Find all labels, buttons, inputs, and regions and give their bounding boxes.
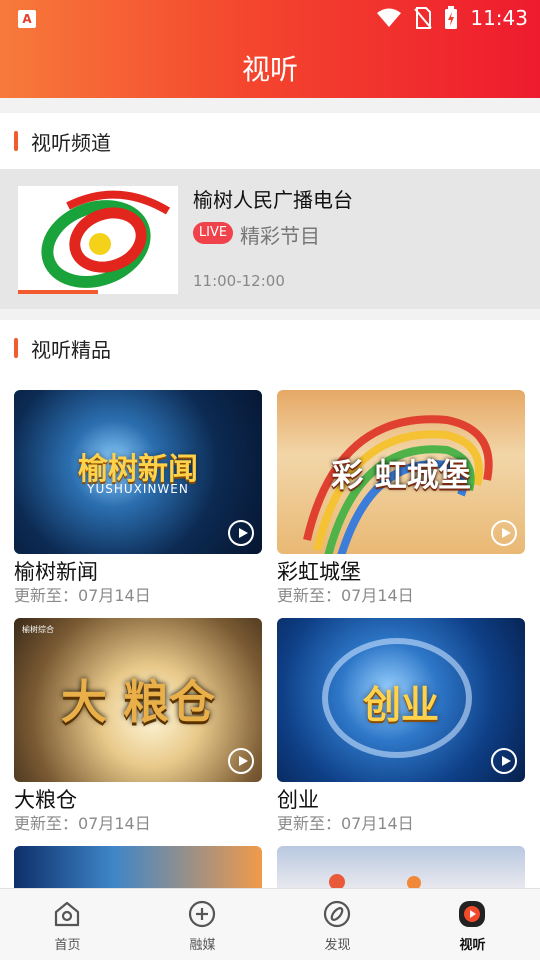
tab-label: 发现 — [324, 938, 351, 953]
video-card-big-granary[interactable]: 榆树综合 大 粮仓 大粮仓 更新至：07月14日 — [14, 618, 262, 834]
discover-icon — [323, 900, 351, 928]
status-bar: A 11:43 — [0, 0, 540, 36]
channel-watermark: 榆树综合 — [22, 625, 54, 634]
home-icon — [54, 901, 80, 927]
tab-label: 视听 — [459, 938, 486, 953]
bottom-tab-bar: 首页 融媒 发现 视听 — [0, 888, 540, 960]
video-thumbnail-partial[interactable] — [14, 846, 262, 888]
video-updated: 更新至：07月14日 — [14, 586, 151, 605]
channels-section-header: 视听频道 — [0, 113, 540, 169]
live-badge: LIVE — [193, 222, 233, 244]
video-updated: 更新至：07月14日 — [277, 586, 414, 605]
play-icon[interactable] — [491, 520, 517, 546]
tab-home[interactable]: 首页 — [0, 889, 135, 960]
section-marker — [14, 338, 18, 358]
video-title: 大粮仓 — [14, 788, 77, 812]
featured-section-title: 视听精品 — [31, 338, 111, 362]
channel-program: 精彩节目 — [240, 224, 320, 248]
plus-icon — [188, 900, 216, 928]
play-icon[interactable] — [491, 748, 517, 774]
header: A 11:43 视听 — [0, 0, 540, 98]
tab-discover[interactable]: 发现 — [270, 889, 405, 960]
tab-media[interactable]: 融媒 — [135, 889, 270, 960]
thumbnail-subtitle: YUSHUXINWEN — [87, 482, 189, 496]
app-screen: A 11:43 视听 视听频道 榆树人民广播电台 LIVE 精彩节目 11:00… — [0, 0, 540, 960]
video-updated: 更新至：07月14日 — [277, 814, 414, 833]
thumbnail-caption: 彩 虹城堡 — [331, 456, 471, 494]
channel-logo — [18, 186, 178, 294]
video-card-yushu-news[interactable]: 榆树新闻 YUSHUXINWEN 榆树新闻 更新至：07月14日 — [14, 390, 262, 606]
video-updated: 更新至：07月14日 — [14, 814, 151, 833]
video-thumbnail: 榆树综合 大 粮仓 — [14, 618, 262, 782]
section-marker — [14, 131, 18, 151]
battery-charging-icon — [445, 6, 458, 29]
status-icons: 11:43 — [376, 6, 528, 30]
play-icon — [459, 901, 485, 927]
tab-label: 融媒 — [189, 938, 216, 953]
app-notification-icon: A — [18, 10, 36, 28]
page-title: 视听 — [241, 53, 298, 86]
video-card-rainbow-castle[interactable]: 彩 虹城堡 彩虹城堡 更新至：07月14日 — [277, 390, 525, 606]
thumbnail-caption: 大 粮仓 — [60, 675, 215, 729]
featured-section-header: 视听精品 — [0, 320, 540, 376]
video-thumbnail: 榆树新闻 YUSHUXINWEN — [14, 390, 262, 554]
channel-time: 11:00-12:00 — [193, 272, 285, 290]
no-sim-icon — [414, 7, 433, 29]
video-thumbnail: 创业 — [277, 618, 525, 782]
tab-audio-video[interactable]: 视听 — [405, 889, 540, 960]
video-card-startup[interactable]: 创业 创业 更新至：07月14日 — [277, 618, 525, 834]
thumbnail-caption: 创业 — [362, 683, 439, 727]
video-title: 彩虹城堡 — [277, 560, 361, 584]
video-title: 榆树新闻 — [14, 560, 98, 584]
channels-section-title: 视听频道 — [31, 131, 111, 155]
video-title: 创业 — [277, 788, 319, 812]
play-icon[interactable] — [228, 748, 254, 774]
channel-name: 榆树人民广播电台 — [193, 188, 353, 212]
tab-label: 首页 — [54, 938, 81, 953]
wifi-icon — [377, 8, 402, 27]
play-icon[interactable] — [228, 520, 254, 546]
video-thumbnail: 彩 虹城堡 — [277, 390, 525, 554]
video-thumbnail-partial[interactable] — [277, 846, 525, 888]
status-time: 11:43 — [470, 6, 528, 30]
